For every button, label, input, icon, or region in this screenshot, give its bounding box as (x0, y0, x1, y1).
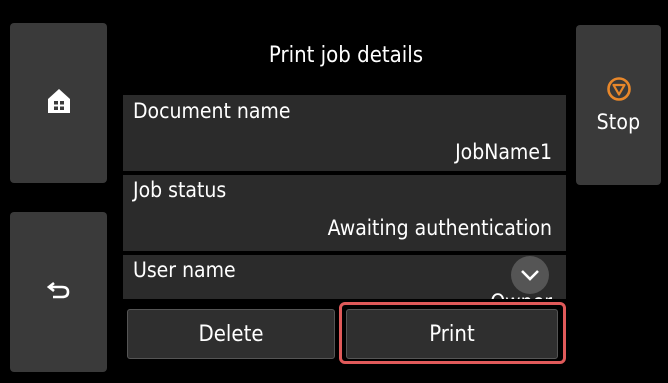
printer-panel-screen: Stop Print job details Document name Job… (0, 0, 668, 383)
home-button[interactable] (10, 23, 107, 183)
document-name-row: Document name JobName1 (123, 95, 566, 171)
stop-button[interactable]: Stop (576, 25, 661, 185)
scroll-down-button[interactable] (511, 256, 549, 294)
document-name-label: Document name (133, 99, 291, 123)
home-icon (47, 88, 71, 118)
print-button[interactable]: Print (346, 309, 558, 359)
user-name-row: User name Owner (123, 255, 566, 299)
back-arrow-icon (46, 280, 71, 304)
job-status-value: Awaiting authentication (327, 216, 552, 240)
page-title: Print job details (268, 43, 424, 68)
job-status-label: Job status (133, 178, 227, 202)
stop-icon (606, 76, 632, 106)
delete-button[interactable]: Delete (127, 309, 335, 359)
chevron-down-icon (520, 266, 540, 285)
job-status-row: Job status Awaiting authentication (123, 175, 566, 251)
back-button[interactable] (10, 212, 107, 372)
stop-label: Stop (596, 110, 641, 134)
user-name-label: User name (133, 258, 236, 282)
document-name-value: JobName1 (455, 140, 552, 164)
